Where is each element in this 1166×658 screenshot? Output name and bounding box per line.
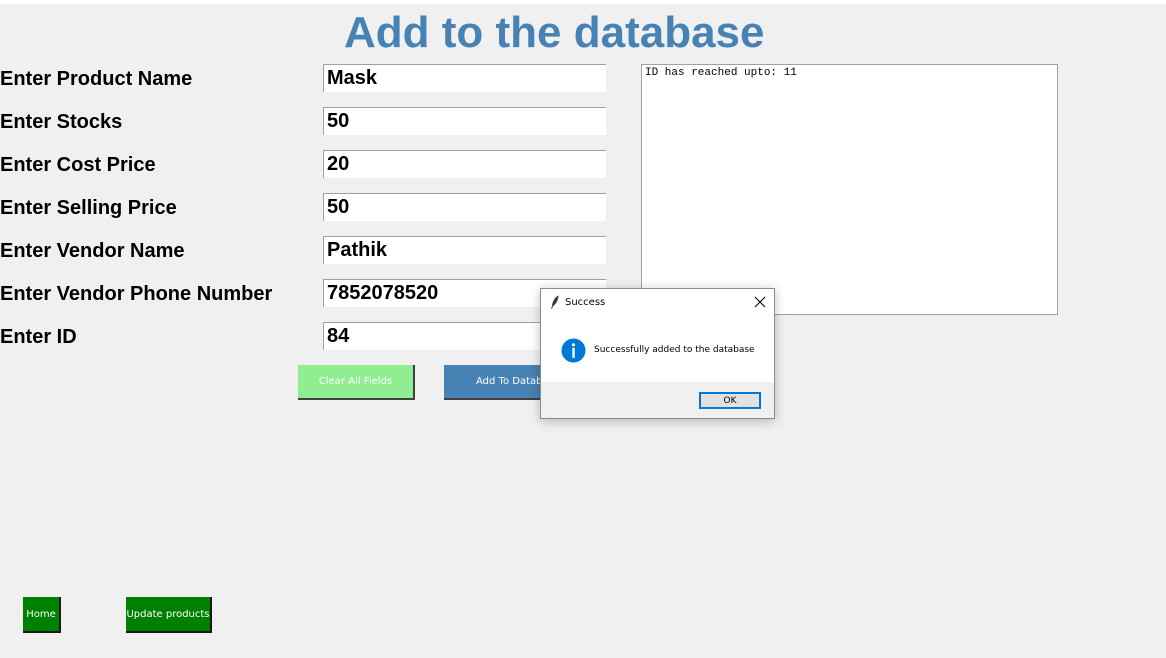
vendor-phone-label: Enter Vendor Phone Number bbox=[0, 283, 273, 305]
home-button[interactable]: Home bbox=[23, 597, 61, 633]
dialog-footer: OK bbox=[541, 382, 774, 418]
feather-icon bbox=[551, 295, 559, 309]
info-icon bbox=[561, 338, 586, 363]
ok-button[interactable]: OK bbox=[699, 392, 761, 409]
stocks-label: Enter Stocks bbox=[0, 111, 123, 133]
output-textbox[interactable]: ID has reached upto: 11 bbox=[641, 64, 1058, 315]
clear-all-fields-button[interactable]: Clear All Fields bbox=[298, 365, 415, 400]
vendor-name-input[interactable]: Pathik bbox=[323, 236, 606, 264]
dialog-titlebar[interactable]: Success bbox=[541, 289, 774, 317]
page-title: Add to the database bbox=[344, 8, 765, 57]
vendor-name-label: Enter Vendor Name bbox=[0, 240, 185, 262]
cost-price-label: Enter Cost Price bbox=[0, 154, 156, 176]
selling-price-input[interactable]: 50 bbox=[323, 193, 606, 221]
product-name-label: Enter Product Name bbox=[0, 68, 193, 90]
window-top-edge bbox=[0, 0, 1166, 4]
id-label: Enter ID bbox=[0, 326, 77, 348]
selling-price-label: Enter Selling Price bbox=[0, 197, 177, 219]
cost-price-input[interactable]: 20 bbox=[323, 150, 606, 178]
stocks-input[interactable]: 50 bbox=[323, 107, 606, 135]
close-icon[interactable] bbox=[753, 295, 767, 309]
product-name-input[interactable]: Mask bbox=[323, 64, 606, 92]
success-dialog: Success Successfully added to the databa… bbox=[540, 288, 775, 419]
dialog-title: Success bbox=[565, 297, 606, 308]
update-products-button[interactable]: Update products bbox=[126, 597, 212, 633]
dialog-message: Successfully added to the database bbox=[594, 345, 755, 355]
